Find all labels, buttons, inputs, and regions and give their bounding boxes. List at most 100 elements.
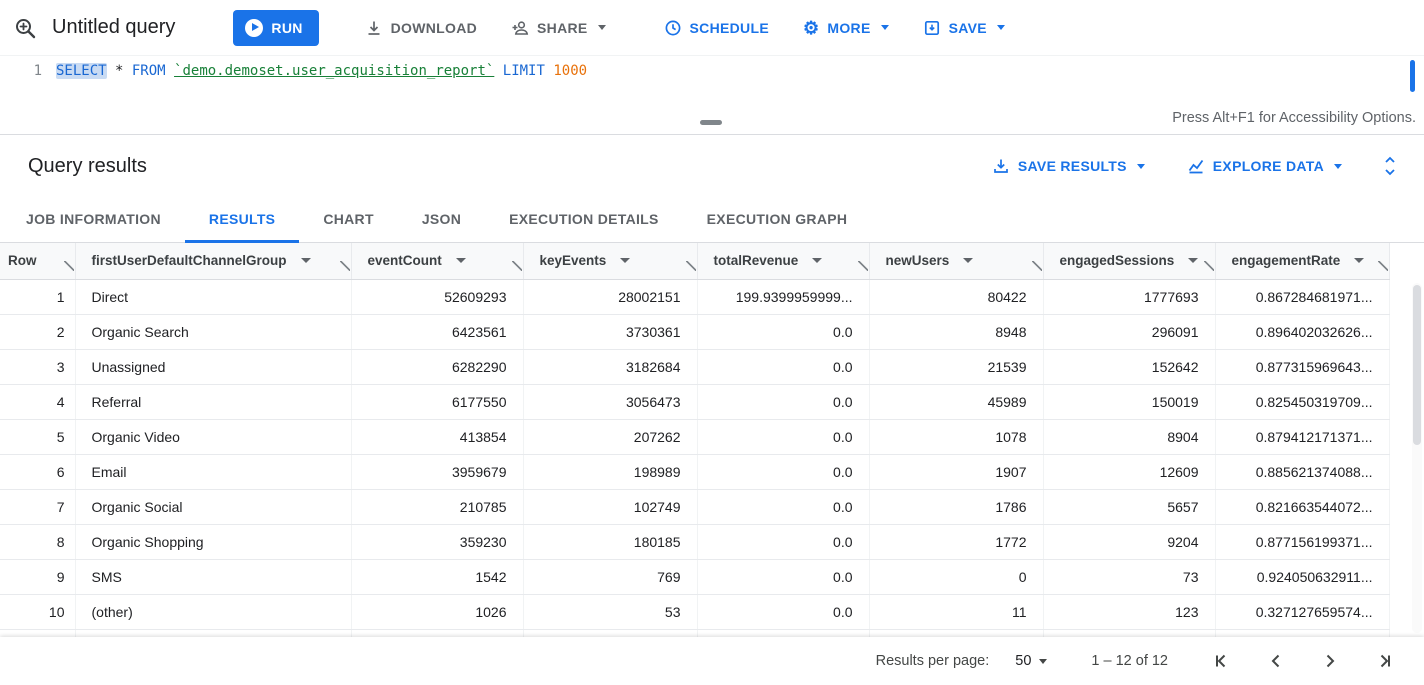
table-cell: 180185	[523, 524, 697, 559]
column-header-label: newUsers	[886, 253, 950, 268]
column-menu-caret-icon[interactable]	[1354, 258, 1364, 263]
tab-json[interactable]: JSON	[398, 197, 485, 243]
share-button[interactable]: SHARE	[499, 10, 618, 46]
column-menu-caret-icon[interactable]	[620, 258, 630, 263]
save-results-label: SAVE RESULTS	[1018, 158, 1127, 174]
table-cell: 1542	[351, 559, 523, 594]
save-icon	[923, 19, 941, 37]
table-cell: 5657	[1043, 489, 1215, 524]
table-cell: 53	[523, 594, 697, 629]
panel-resize-handle[interactable]	[700, 120, 722, 125]
column-resize-handle-icon[interactable]	[686, 261, 696, 271]
column-resize-handle-icon[interactable]	[1204, 261, 1214, 271]
schedule-button[interactable]: SCHEDULE	[652, 10, 781, 46]
column-resize-handle-icon[interactable]	[64, 261, 74, 271]
column-header-engagementRate[interactable]: engagementRate	[1215, 243, 1389, 279]
editor-scrollbar[interactable]	[1410, 60, 1415, 92]
column-header-keyEvents[interactable]: keyEvents	[523, 243, 697, 279]
column-header-Row[interactable]: Row	[0, 243, 75, 279]
tab-execution-graph[interactable]: EXECUTION GRAPH	[683, 197, 872, 243]
results-per-page-label: Results per page:	[876, 653, 990, 669]
next-page-button[interactable]	[1318, 649, 1342, 673]
table-cell: 3056473	[523, 384, 697, 419]
column-menu-caret-icon[interactable]	[1188, 258, 1198, 263]
column-menu-caret-icon[interactable]	[963, 258, 973, 263]
run-button[interactable]: RUN	[233, 10, 318, 46]
tab-chart[interactable]: CHART	[299, 197, 398, 243]
editor-footer-strip: Press Alt+F1 for Accessibility Options.	[0, 104, 1424, 134]
more-button[interactable]: ⚙ MORE	[791, 10, 901, 46]
expand-results-button[interactable]	[1376, 151, 1404, 181]
row-number-cell: 6	[0, 454, 75, 489]
tab-results[interactable]: RESULTS	[185, 197, 299, 243]
download-icon	[365, 19, 383, 37]
row-number-cell: 5	[0, 419, 75, 454]
pagination-range: 1 – 12 of 12	[1091, 653, 1168, 669]
query-title: Untitled query	[52, 16, 175, 39]
sql-code-line: SELECT * FROM `demo.demoset.user_acquisi…	[56, 56, 587, 104]
column-header-totalRevenue[interactable]: totalRevenue	[697, 243, 869, 279]
explore-data-button[interactable]: EXPLORE DATA	[1179, 148, 1350, 184]
table-cell: Email	[75, 454, 351, 489]
column-menu-caret-icon[interactable]	[812, 258, 822, 263]
table-cell: 1786	[869, 489, 1043, 524]
column-resize-handle-icon[interactable]	[1032, 261, 1042, 271]
download-button[interactable]: DOWNLOAD	[353, 10, 489, 46]
accessibility-hint: Press Alt+F1 for Accessibility Options.	[1172, 110, 1416, 126]
table-cell: 0.924050632911...	[1215, 559, 1389, 594]
analytics-chart-icon	[1187, 157, 1205, 175]
table-cell: 0.825450319709...	[1215, 384, 1389, 419]
query-magnifier-icon	[12, 15, 38, 41]
column-resize-handle-icon[interactable]	[512, 261, 522, 271]
column-resize-handle-icon[interactable]	[858, 261, 868, 271]
table-cell: 11	[869, 594, 1043, 629]
table-cell: 3959679	[351, 454, 523, 489]
query-results-table: Row firstUserDefaultChannelGroupeventCoun…	[0, 243, 1390, 638]
page-size-select[interactable]: 50	[1015, 653, 1047, 669]
save-results-button[interactable]: SAVE RESULTS	[984, 148, 1153, 184]
row-number-cell: 7	[0, 489, 75, 524]
sql-editor[interactable]: 1 SELECT * FROM `demo.demoset.user_acqui…	[0, 56, 1424, 104]
column-header-eventCount[interactable]: eventCount	[351, 243, 523, 279]
table-cell: 0.879412171371...	[1215, 419, 1389, 454]
results-table-body: 1Direct5260929328002151199.9399959999...…	[0, 279, 1389, 638]
results-tabs: JOB INFORMATIONRESULTSCHARTJSONEXECUTION…	[0, 197, 1424, 243]
previous-page-button[interactable]	[1264, 649, 1288, 673]
column-header-newUsers[interactable]: newUsers	[869, 243, 1043, 279]
chevron-down-icon	[598, 25, 606, 30]
column-header-label: engagedSessions	[1060, 253, 1175, 268]
sql-token: `demo.demoset.user_acquisition_report`	[174, 63, 494, 79]
table-cell: Organic Shopping	[75, 524, 351, 559]
bigquery-query-window: Untitled query RUN DOWNLOAD SHARE	[0, 0, 1424, 685]
column-header-firstUserDefaultChannelGroup[interactable]: firstUserDefaultChannelGroup	[75, 243, 351, 279]
column-resize-handle-icon[interactable]	[1378, 261, 1388, 271]
sql-token: *	[107, 63, 132, 79]
first-page-button[interactable]	[1210, 649, 1234, 673]
results-table-container[interactable]: Row firstUserDefaultChannelGroupeventCoun…	[0, 243, 1424, 638]
last-page-button[interactable]	[1372, 649, 1396, 673]
chevron-right-icon	[1320, 651, 1340, 671]
table-header-row: Row firstUserDefaultChannelGroupeventCoun…	[0, 243, 1389, 279]
table-cell: 8948	[869, 314, 1043, 349]
tab-job-information[interactable]: JOB INFORMATION	[2, 197, 185, 243]
save-results-download-icon	[992, 157, 1010, 175]
row-number-cell: 3	[0, 349, 75, 384]
table-scrollbar[interactable]	[1412, 283, 1422, 633]
page-size-value: 50	[1015, 653, 1031, 669]
save-button[interactable]: SAVE	[911, 10, 1017, 46]
column-header-label: Row	[8, 253, 37, 268]
table-cell: 0.885621374088...	[1215, 454, 1389, 489]
column-menu-caret-icon[interactable]	[456, 258, 466, 263]
table-cell: 359230	[351, 524, 523, 559]
table-row: 8Organic Shopping3592301801850.017729204…	[0, 524, 1389, 559]
column-resize-handle-icon[interactable]	[340, 261, 350, 271]
table-cell: 6423561	[351, 314, 523, 349]
table-scrollbar-thumb[interactable]	[1413, 285, 1421, 445]
table-cell: 1026	[351, 594, 523, 629]
table-cell: 0.821663544072...	[1215, 489, 1389, 524]
table-row: 1Direct5260929328002151199.9399959999...…	[0, 279, 1389, 314]
column-header-engagedSessions[interactable]: engagedSessions	[1043, 243, 1215, 279]
table-cell: SMS	[75, 559, 351, 594]
tab-execution-details[interactable]: EXECUTION DETAILS	[485, 197, 683, 243]
column-menu-caret-icon[interactable]	[301, 258, 311, 263]
